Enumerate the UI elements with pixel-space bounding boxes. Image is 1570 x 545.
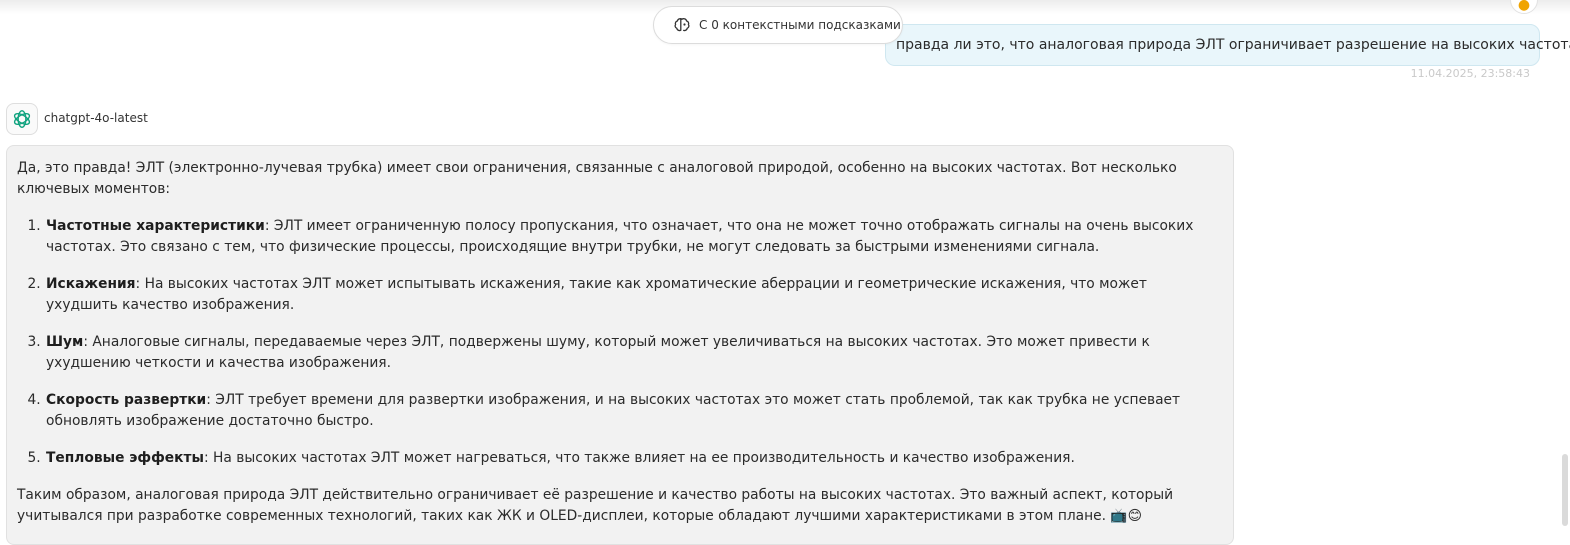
list-item-term: Частотные характеристики <box>46 218 265 234</box>
context-hints-label: С 0 контекстными подсказками <box>699 18 901 32</box>
answer-list: Частотные характеристики: ЭЛТ имеет огра… <box>17 216 1223 469</box>
context-hints-button[interactable]: С 0 контекстными подсказками <box>653 6 903 44</box>
list-item-text: : Аналоговые сигналы, передаваемые через… <box>46 334 1150 371</box>
scrollbar-thumb[interactable] <box>1562 454 1568 526</box>
answer-conclusion: Таким образом, аналоговая природа ЭЛТ де… <box>17 487 1174 524</box>
user-message-text: правда ли это, что аналоговая природа ЭЛ… <box>896 37 1570 53</box>
brain-icon <box>674 18 690 32</box>
list-item: Искажения: На высоких частотах ЭЛТ может… <box>45 274 1223 316</box>
list-item-term: Шум <box>46 334 84 350</box>
user-message-bubble: правда ли это, что аналоговая природа ЭЛ… <box>885 24 1570 66</box>
list-item-term: Искажения <box>46 276 136 292</box>
list-item: Шум: Аналоговые сигналы, передаваемые че… <box>45 332 1223 374</box>
list-item-term: Скорость развертки <box>46 392 207 408</box>
list-item-text: : ЭЛТ требует времени для развертки изоб… <box>46 392 1181 429</box>
list-item: Скорость развертки: ЭЛТ требует времени … <box>45 390 1223 432</box>
smile-icon: ● <box>1517 0 1531 13</box>
user-message-timestamp: 11.04.2025, 23:58:43 <box>1410 67 1530 80</box>
list-item-text: : На высоких частотах ЭЛТ может нагреват… <box>204 450 1075 466</box>
model-avatar <box>6 103 38 135</box>
model-name: chatgpt-4o-latest <box>44 111 148 125</box>
list-item: Тепловые эффекты: На высоких частотах ЭЛ… <box>45 448 1223 469</box>
answer-intro: Да, это правда! ЭЛТ (электронно-лучевая … <box>17 160 1177 197</box>
list-item-text: : На высоких частотах ЭЛТ может испытыва… <box>46 276 1147 313</box>
openai-logo-icon <box>13 110 31 128</box>
assistant-message: Да, это правда! ЭЛТ (электронно-лучевая … <box>6 145 1234 545</box>
list-item: Частотные характеристики: ЭЛТ имеет огра… <box>45 216 1223 258</box>
list-item-term: Тепловые эффекты <box>46 450 205 466</box>
